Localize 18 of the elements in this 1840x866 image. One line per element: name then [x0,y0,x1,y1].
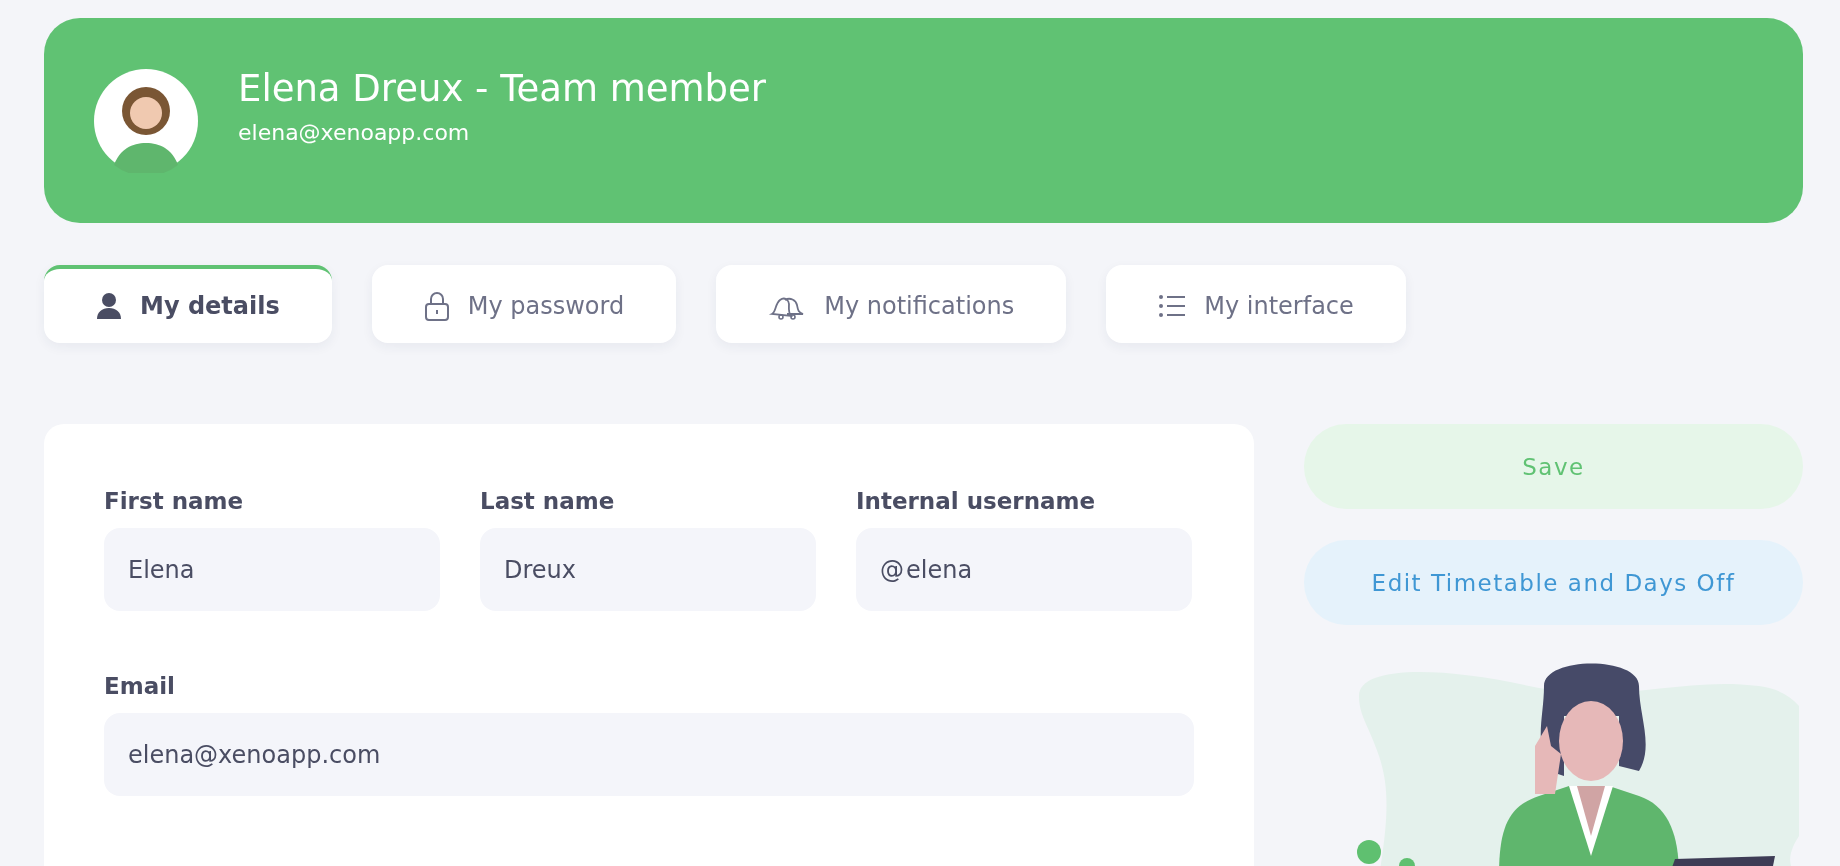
field-label: Last name [480,488,616,514]
profile-name: Elena Dreux - Team member [238,66,767,110]
tab[interactable]: My notifications [716,265,1067,343]
input-field[interactable]: elena@xenoapp.com [104,713,1194,796]
tab[interactable]: My password [371,265,677,343]
field-label: Email [104,673,176,699]
field-label: First name [104,488,245,514]
tab[interactable]: My interface [1106,265,1406,343]
avatar-icon [94,68,198,173]
user-icon [96,292,122,320]
input-field[interactable]: @elena [856,528,1192,611]
list-icon [1158,294,1187,318]
field-label: Internal username [856,488,1097,514]
input-field[interactable]: Elena [104,528,440,611]
lock-icon [423,291,450,321]
tab[interactable]: My details [44,265,332,343]
input-field[interactable]: Dreux [480,528,816,611]
profile-email: elena@xenoapp.com [238,119,471,145]
